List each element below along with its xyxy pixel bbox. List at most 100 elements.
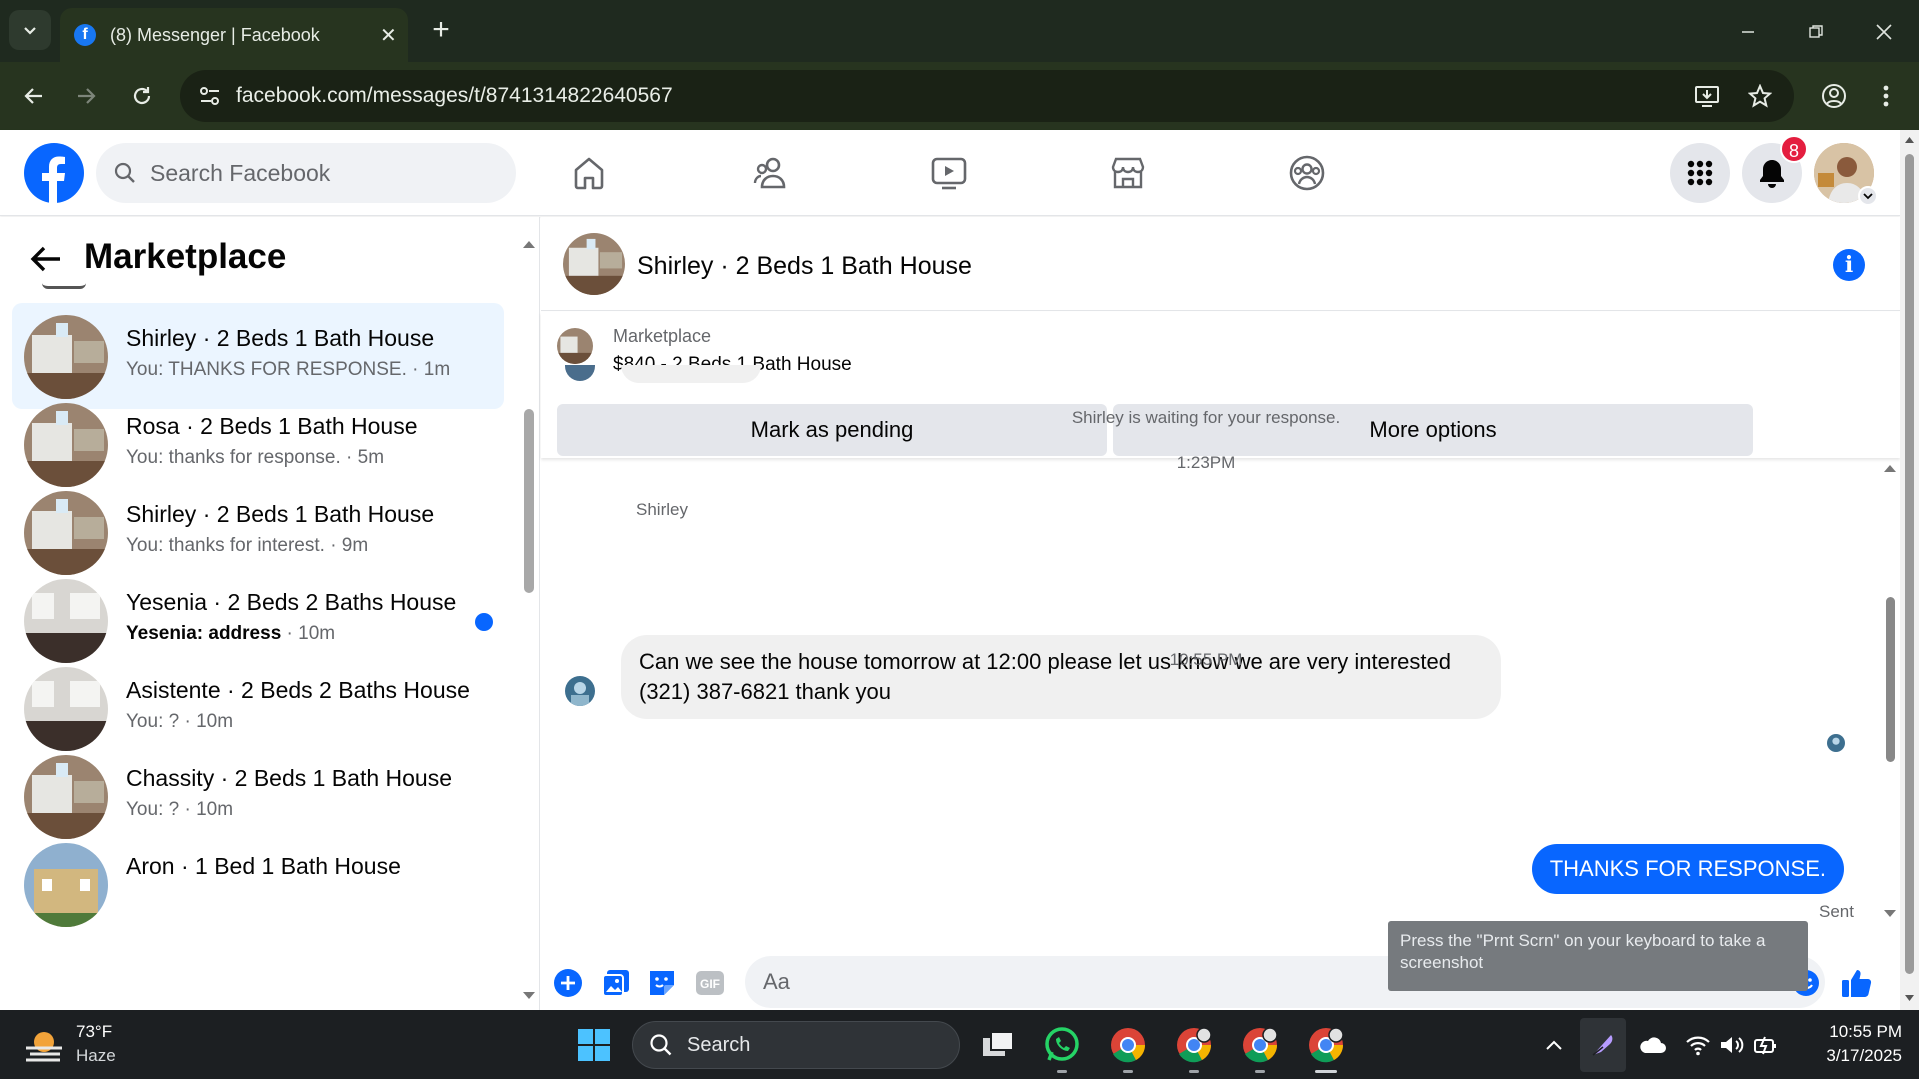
listing-avatar [24, 667, 108, 751]
sender-avatar[interactable] [565, 676, 595, 706]
reload-icon [133, 87, 151, 105]
feather-pen-icon [1592, 1035, 1613, 1056]
reload-button[interactable] [122, 76, 162, 116]
arrow-left-icon [24, 88, 42, 104]
svg-text:GIF: GIF [700, 977, 720, 991]
chat-header: Shirley · 2 Beds 1 Bath House i [541, 217, 1900, 311]
weather-condition: Haze [76, 1046, 116, 1065]
scroll-up-arrow-icon[interactable] [1883, 463, 1897, 473]
chrome-icon [1243, 1027, 1278, 1063]
incoming-message[interactable]: Can we see the house tomorrow at 12:00 p… [621, 635, 1501, 719]
windows-taskbar: 73°F Haze Search 10:55 PM 3/17/2025 [0, 1010, 1919, 1079]
onedrive-tray[interactable] [1630, 1023, 1674, 1067]
tab-search-button[interactable] [9, 10, 51, 50]
listing-thumbnail[interactable] [557, 328, 593, 364]
search-icon [650, 1034, 672, 1056]
whatsapp-icon [1045, 1027, 1079, 1061]
scroll-down-arrow-icon[interactable] [1883, 909, 1897, 919]
start-button[interactable] [572, 1023, 616, 1067]
active-indicator [1315, 1070, 1337, 1073]
search-placeholder: Search Facebook [150, 159, 331, 186]
tab-close-icon[interactable]: ✕ [380, 23, 397, 48]
listing-avatar [24, 315, 108, 399]
chrome-icon [1111, 1028, 1145, 1063]
like-button[interactable] [1839, 966, 1873, 1000]
clock-date[interactable]: 3/17/2025 [1792, 1046, 1902, 1066]
scroll-up-arrow-icon[interactable] [1904, 136, 1915, 144]
sidebar-scrollbar-thumb[interactable] [524, 409, 534, 593]
conversation-preview: You: THANKS FOR RESPONSE. · 1m [126, 359, 451, 380]
browser-menu-button[interactable] [1866, 76, 1906, 116]
address-bar[interactable]: facebook.com/messages/t/8741314822640567 [180, 70, 1794, 122]
sticker-button[interactable] [645, 966, 679, 1000]
nav-marketplace[interactable] [1105, 150, 1151, 196]
chrome-profile-taskbar-button[interactable] [1238, 1023, 1282, 1067]
page-scrollbar[interactable] [1900, 130, 1919, 1010]
minimize-button[interactable] [1728, 12, 1768, 52]
more-actions-button[interactable] [551, 966, 585, 1000]
facebook-logo-icon[interactable] [24, 143, 84, 203]
marketplace-conversation-list: Marketplace Shirley · 2 Beds 1 Bath Hous… [0, 217, 540, 1010]
chat-title[interactable]: Shirley · 2 Beds 1 Bath House [637, 252, 972, 281]
conversation-name: Yesenia · 2 Beds 2 Baths House [126, 589, 457, 615]
forward-button[interactable] [66, 76, 106, 116]
show-hidden-icons-button[interactable] [1532, 1023, 1576, 1067]
back-button[interactable] [14, 76, 54, 116]
screenshot-tooltip: Press the "Prnt Scrn" on your keyboard t… [1388, 921, 1808, 991]
facebook-favicon-icon: f [74, 24, 96, 46]
partial-message [621, 365, 761, 383]
nav-video[interactable] [926, 150, 972, 196]
browser-tab[interactable]: f (8) Messenger | Facebook ✕ [60, 8, 408, 62]
weather-widget[interactable] [22, 1026, 66, 1066]
preview-time: · 10m [281, 623, 336, 644]
nav-groups[interactable] [1284, 150, 1330, 196]
info-icon[interactable]: i [1833, 249, 1865, 281]
sticker-icon [650, 971, 674, 995]
url-text[interactable]: facebook.com/messages/t/8741314822640567 [236, 84, 673, 108]
friends-icon [753, 157, 786, 189]
gif-button[interactable]: GIF [693, 966, 727, 1000]
chat-avatar[interactable] [563, 233, 625, 295]
pen-app-tray[interactable] [1580, 1018, 1626, 1072]
task-view-icon [983, 1031, 1014, 1056]
conversation-item[interactable]: Aron · 1 Bed 1 Bath House [12, 831, 504, 937]
new-tab-button[interactable]: + [424, 14, 458, 48]
chevron-up-icon [1546, 1040, 1562, 1050]
nav-friends[interactable] [749, 150, 795, 196]
menu-apps-button[interactable] [1670, 143, 1730, 203]
chrome-profile-taskbar-button[interactable] [1172, 1023, 1216, 1067]
nav-home[interactable] [566, 150, 612, 196]
conversation-preview: You: thanks for interest. · 9m [126, 535, 369, 556]
account-menu-chevron[interactable] [1858, 186, 1878, 206]
outgoing-message[interactable]: THANKS FOR RESPONSE. [1531, 844, 1844, 894]
timestamp: 1:23PM [1176, 453, 1236, 472]
close-window-button[interactable] [1864, 12, 1904, 52]
partial-avatar [42, 283, 86, 289]
scroll-up-arrow-icon[interactable] [522, 239, 536, 249]
listing-banner: Marketplace $840 - 2 Beds 1 Bath House M… [541, 312, 1900, 458]
chrome-profile-taskbar-button[interactable] [1304, 1023, 1348, 1067]
back-arrow-icon[interactable] [30, 245, 62, 273]
conversation-preview: Yesenia: address · 10m [126, 623, 335, 645]
taskbar-search[interactable]: Search [632, 1021, 960, 1069]
task-view-button[interactable] [976, 1023, 1020, 1067]
chrome-taskbar-button[interactable] [1106, 1023, 1150, 1067]
bookmark-star-icon[interactable] [1748, 84, 1772, 108]
restore-icon [1809, 25, 1823, 38]
clock-time[interactable]: 10:55 PM [1792, 1022, 1902, 1042]
battery-tray[interactable] [1744, 1023, 1788, 1067]
restore-button[interactable] [1796, 12, 1836, 52]
scroll-down-arrow-icon[interactable] [522, 991, 536, 1001]
taskbar-search-label: Search [687, 1033, 751, 1056]
whatsapp-taskbar-button[interactable] [1040, 1023, 1084, 1067]
close-icon [1876, 24, 1892, 40]
site-settings-icon[interactable] [198, 85, 222, 107]
chat-scrollbar-thumb[interactable] [1886, 597, 1895, 762]
scroll-down-arrow-icon[interactable] [1904, 994, 1915, 1002]
browser-toolbar: facebook.com/messages/t/8741314822640567 [0, 62, 1919, 130]
profile-button[interactable] [1814, 76, 1854, 116]
install-app-icon[interactable] [1694, 84, 1720, 108]
facebook-search-input[interactable]: Search Facebook [96, 143, 516, 203]
page-scrollbar-thumb[interactable] [1905, 154, 1914, 974]
attach-photo-button[interactable] [599, 966, 633, 1000]
